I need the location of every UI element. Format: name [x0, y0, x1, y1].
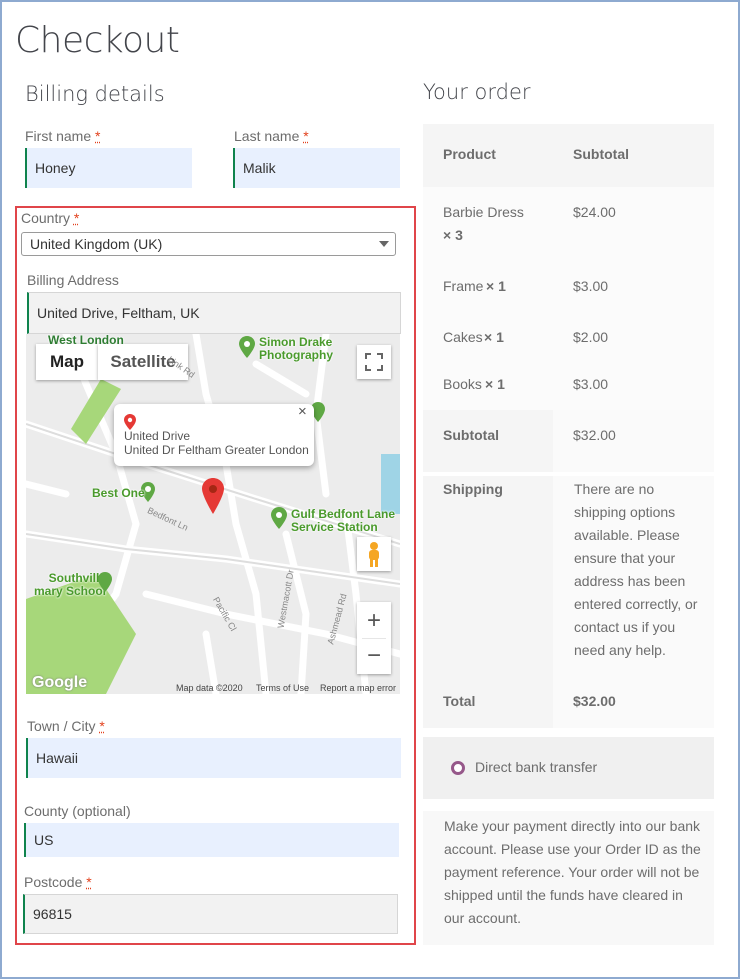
postcode-value: 96815	[33, 906, 72, 922]
infowindow-address: United Dr Feltham Greater London	[124, 443, 309, 457]
fullscreen-button[interactable]	[357, 345, 391, 379]
order-item-name: Barbie Dress	[443, 204, 524, 220]
google-logo: Google	[32, 674, 88, 691]
total-value: $32.00	[573, 693, 616, 709]
town-label-text: Town / City	[27, 718, 96, 734]
order-item-name: Cakes	[443, 329, 483, 345]
payment-description-box: Make your payment directly into our bank…	[423, 811, 714, 945]
country-label-text: Country	[21, 210, 71, 226]
order-item-price: $3.00	[573, 376, 609, 392]
order-item-price: $3.00	[573, 278, 609, 294]
place-marker-icon	[271, 507, 287, 529]
county-label: County (optional)	[24, 803, 131, 819]
county-value: US	[34, 832, 54, 848]
order-item-qty: × 1	[486, 278, 506, 294]
map-place-simon-drake: Simon Drake Photography	[259, 335, 333, 362]
town-value: Hawaii	[36, 750, 79, 766]
map-data-attribution: Map data ©2020	[176, 683, 243, 693]
postcode-label-text: Postcode	[24, 874, 83, 890]
payment-method-row[interactable]: Direct bank transfer	[423, 737, 714, 799]
zoom-control: + −	[357, 602, 391, 674]
last-name-field[interactable]: Malik	[233, 148, 400, 188]
order-item-qty: × 1	[484, 329, 504, 345]
map-info-window: × United Drive United Dr Feltham Greater…	[114, 403, 314, 466]
country-label: Country *	[21, 210, 79, 226]
first-name-field[interactable]: Honey	[25, 148, 192, 188]
shipping-message: There are no shipping options available.…	[574, 481, 698, 658]
order-col-subtotal: Subtotal	[573, 146, 629, 162]
first-name-label: First name *	[25, 128, 100, 144]
required-mark: *	[303, 128, 309, 144]
map-type-map-button[interactable]: Map	[36, 344, 98, 380]
order-heading: Your order	[423, 80, 531, 104]
page-title: Checkout	[15, 20, 180, 61]
county-field[interactable]: US	[24, 823, 399, 857]
last-name-label: Last name *	[234, 128, 309, 144]
zoom-out-button[interactable]: −	[367, 639, 381, 673]
billing-heading: Billing details	[25, 82, 165, 106]
required-mark: *	[86, 874, 92, 890]
map-place-gulf-bedfont: Gulf Bedfont Lane Service Station	[291, 507, 395, 534]
map-place-west-london: West London	[48, 334, 124, 347]
report-map-error-link[interactable]: Report a map error	[320, 683, 396, 693]
order-item-price: $24.00	[573, 204, 616, 220]
first-name-value: Honey	[35, 160, 76, 176]
google-map[interactable]: Map Satellite + − West London Simon Drak…	[26, 334, 400, 694]
order-item-qty: × 1	[485, 376, 505, 392]
order-item-name: Books	[443, 376, 482, 392]
town-label: Town / City *	[27, 718, 105, 734]
order-col-product: Product	[443, 146, 496, 162]
billing-address-field[interactable]: United Drive, Feltham, UK	[27, 292, 401, 334]
zoom-in-button[interactable]: +	[367, 604, 381, 638]
payment-description: Make your payment directly into our bank…	[444, 818, 701, 926]
required-mark: *	[99, 718, 105, 734]
payment-radio[interactable]	[451, 761, 465, 775]
first-name-label-text: First name	[25, 128, 92, 144]
order-item-name: Frame	[443, 278, 484, 294]
town-field[interactable]: Hawaii	[26, 738, 401, 778]
subtotal-label: Subtotal	[443, 427, 499, 443]
subtotal-value: $32.00	[573, 427, 616, 443]
country-value: United Kingdom (UK)	[30, 236, 163, 252]
postcode-field[interactable]: 96815	[23, 894, 398, 934]
close-icon[interactable]: ×	[298, 403, 307, 420]
location-pin-icon	[124, 414, 136, 430]
billing-address-label: Billing Address	[27, 272, 119, 288]
postcode-label: Postcode *	[24, 874, 92, 890]
place-marker-icon	[239, 336, 255, 358]
chevron-down-icon	[379, 241, 389, 247]
street-view-pegman[interactable]	[357, 537, 391, 571]
shipping-label: Shipping	[443, 481, 503, 497]
order-item-qty: × 3	[443, 227, 463, 243]
terms-of-use-link[interactable]: Terms of Use	[256, 683, 309, 693]
order-item-price: $2.00	[573, 329, 609, 345]
country-select[interactable]: United Kingdom (UK)	[21, 232, 396, 256]
infowindow-title: United Drive	[124, 429, 191, 443]
map-place-best-one: Best One	[92, 486, 145, 500]
billing-address-value: United Drive, Feltham, UK	[37, 305, 200, 321]
required-mark: *	[95, 128, 101, 144]
map-place-southville: Southville mary School	[33, 571, 106, 598]
last-name-value: Malik	[243, 160, 276, 176]
payment-method-label: Direct bank transfer	[475, 759, 598, 775]
school-marker-icon	[98, 572, 112, 592]
pegman-icon	[369, 542, 379, 567]
required-mark: *	[73, 210, 80, 226]
fullscreen-icon	[365, 353, 383, 371]
location-pin-icon[interactable]	[202, 478, 224, 514]
total-label: Total	[443, 693, 476, 709]
last-name-label-text: Last name	[234, 128, 300, 144]
